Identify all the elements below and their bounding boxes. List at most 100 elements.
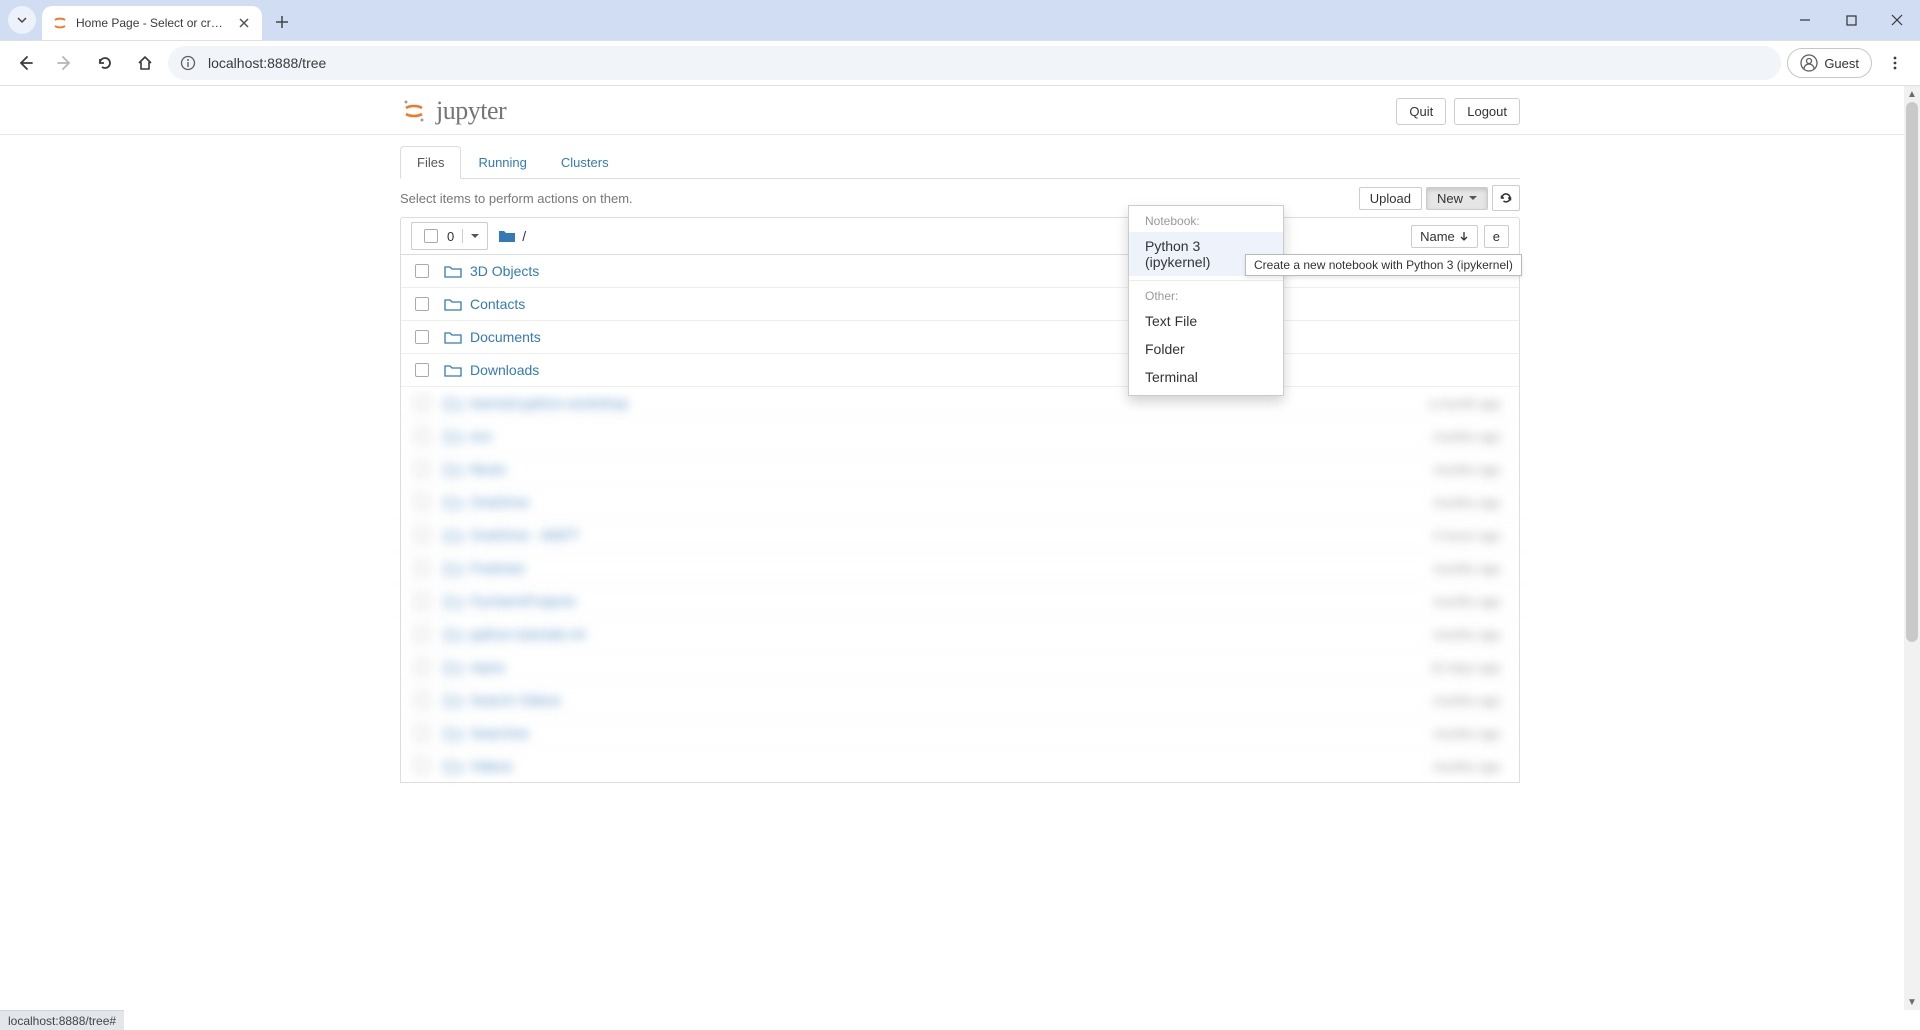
browser-tab[interactable]: Home Page - Select or create a: [42, 6, 262, 40]
list-item[interactable]: repos10 days ago: [401, 651, 1519, 684]
row-checkbox[interactable]: [415, 462, 429, 476]
list-item[interactable]: Postman months ago: [401, 552, 1519, 585]
row-checkbox[interactable]: [415, 363, 429, 377]
dropdown-item-terminal[interactable]: Terminal: [1129, 363, 1283, 391]
url-input[interactable]: [206, 54, 1769, 72]
list-item[interactable]: learned-python-workshopa month ago: [401, 387, 1519, 420]
profile-chip[interactable]: Guest: [1787, 48, 1872, 78]
item-name-link[interactable]: Videos: [470, 758, 513, 774]
row-checkbox[interactable]: [415, 330, 429, 344]
tab-search-button[interactable]: [8, 6, 36, 34]
item-name-link[interactable]: Contacts: [470, 296, 525, 312]
breadcrumb-root[interactable]: /: [522, 228, 526, 244]
sort-size-button[interactable]: e: [1484, 225, 1509, 248]
item-name-link[interactable]: Search Videos: [470, 692, 561, 708]
new-dropdown-button[interactable]: New: [1426, 187, 1488, 210]
item-name-link[interactable]: OneDrive - MSFT: [470, 527, 580, 543]
window-minimize-button[interactable]: [1782, 4, 1828, 36]
breadcrumb-folder-icon[interactable]: [498, 229, 516, 243]
row-checkbox[interactable]: [415, 264, 429, 278]
logout-button[interactable]: Logout: [1454, 98, 1520, 125]
new-tab-button[interactable]: [268, 8, 296, 36]
row-checkbox[interactable]: [415, 429, 429, 443]
upload-button[interactable]: Upload: [1359, 187, 1422, 210]
row-checkbox[interactable]: [415, 561, 429, 575]
list-item[interactable]: Search Videosmonths ago: [401, 684, 1519, 717]
folder-icon: [444, 594, 462, 608]
dropdown-separator: [1129, 280, 1283, 281]
row-checkbox[interactable]: [415, 759, 429, 773]
list-item[interactable]: Videosmonths ago: [401, 750, 1519, 782]
tab-files[interactable]: Files: [400, 146, 461, 179]
jupyter-logo-icon: [400, 97, 428, 125]
vertical-scrollbar[interactable]: ▲ ▼: [1904, 86, 1920, 1010]
item-name-link[interactable]: learned-python-workshop: [470, 395, 628, 411]
item-modified: months ago: [1433, 627, 1509, 642]
item-name-link[interactable]: Downloads: [470, 362, 539, 378]
list-item[interactable]: PycharmProjectsmonths ago: [401, 585, 1519, 618]
dashboard-tabs: Files Running Clusters: [400, 145, 1520, 179]
row-checkbox[interactable]: [415, 297, 429, 311]
select-menu-caret[interactable]: [462, 229, 487, 243]
dropdown-header-notebook: Notebook:: [1129, 210, 1283, 232]
dropdown-header-other: Other:: [1129, 285, 1283, 307]
item-modified: months ago: [1433, 495, 1509, 510]
window-close-button[interactable]: [1874, 4, 1920, 36]
dropdown-item-folder[interactable]: Folder: [1129, 335, 1283, 363]
row-checkbox[interactable]: [415, 396, 429, 410]
folder-icon: [444, 264, 462, 278]
address-bar[interactable]: [168, 46, 1781, 80]
row-checkbox[interactable]: [415, 693, 429, 707]
reload-button[interactable]: [88, 46, 122, 80]
item-name-link[interactable]: OneDrive: [470, 494, 529, 510]
list-item[interactable]: python-tutorials-ml months ago: [401, 618, 1519, 651]
item-name-link[interactable]: 3D Objects: [470, 263, 539, 279]
sort-name-button[interactable]: Name: [1411, 225, 1478, 248]
list-item[interactable]: Musicmonths ago: [401, 453, 1519, 486]
tab-close-button[interactable]: [236, 15, 252, 31]
item-modified: months ago: [1433, 561, 1509, 576]
item-name-link[interactable]: Searches: [470, 725, 529, 741]
scrollbar-up-button[interactable]: ▲: [1904, 86, 1920, 102]
site-info-icon[interactable]: [180, 55, 196, 71]
quit-button[interactable]: Quit: [1396, 98, 1446, 125]
item-name-link[interactable]: PycharmProjects: [470, 593, 576, 609]
row-checkbox[interactable]: [415, 660, 429, 674]
browser-status-bar: localhost:8888/tree#: [0, 1010, 124, 1030]
item-name-link[interactable]: Documents: [470, 329, 541, 345]
scrollbar-thumb[interactable]: [1906, 102, 1918, 642]
dropdown-item-textfile[interactable]: Text File: [1129, 307, 1283, 335]
sort-size-label-fragment: e: [1493, 229, 1500, 244]
tooltip: Create a new notebook with Python 3 (ipy…: [1245, 254, 1522, 276]
list-item[interactable]: envmonths ago: [401, 420, 1519, 453]
forward-button[interactable]: [48, 46, 82, 80]
item-name-link[interactable]: Postman: [470, 560, 525, 576]
row-checkbox[interactable]: [415, 528, 429, 542]
list-item[interactable]: Downloads: [401, 354, 1519, 387]
list-item[interactable]: Documents: [401, 321, 1519, 354]
list-item[interactable]: Searches months ago: [401, 717, 1519, 750]
refresh-button[interactable]: [1492, 185, 1520, 211]
tab-running[interactable]: Running: [461, 146, 543, 179]
row-checkbox[interactable]: [415, 726, 429, 740]
list-item[interactable]: OneDrive - MSFT4 hours ago: [401, 519, 1519, 552]
item-modified: months ago: [1433, 726, 1509, 741]
item-name-link[interactable]: env: [470, 428, 493, 444]
item-name-link[interactable]: python-tutorials-ml: [470, 626, 585, 642]
row-checkbox[interactable]: [415, 495, 429, 509]
item-name-link[interactable]: repos: [470, 659, 505, 675]
select-all-checkbox[interactable]: [424, 229, 438, 243]
row-checkbox[interactable]: [415, 594, 429, 608]
list-item[interactable]: Contacts: [401, 288, 1519, 321]
jupyter-logo[interactable]: jupyter: [400, 96, 506, 126]
window-maximize-button[interactable]: [1828, 4, 1874, 36]
item-name-link[interactable]: Music: [470, 461, 507, 477]
back-button[interactable]: [8, 46, 42, 80]
list-item[interactable]: OneDrive months ago: [401, 486, 1519, 519]
scrollbar-down-button[interactable]: ▼: [1904, 994, 1920, 1010]
tab-clusters[interactable]: Clusters: [544, 146, 626, 179]
folder-icon: [444, 363, 462, 377]
home-button[interactable]: [128, 46, 162, 80]
row-checkbox[interactable]: [415, 627, 429, 641]
browser-menu-button[interactable]: [1878, 46, 1912, 80]
